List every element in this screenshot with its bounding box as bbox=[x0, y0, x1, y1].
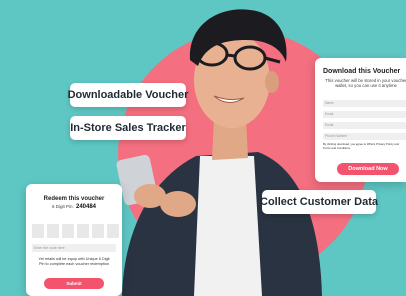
consent-text: By clicking download, you agree to What'… bbox=[323, 142, 399, 150]
email-field[interactable]: Email bbox=[323, 122, 406, 129]
feature-collect-data: Collect Customer Data bbox=[260, 190, 378, 214]
name-field[interactable]: Name bbox=[323, 100, 406, 107]
redeem-title: Redeem this voucher bbox=[43, 196, 105, 202]
download-title: Download this Voucher bbox=[323, 68, 401, 75]
pin-digit-input[interactable] bbox=[32, 224, 44, 238]
pin-label: 6 Digit Pin: bbox=[51, 204, 74, 209]
pin-line: 6 Digit Pin: 240484 bbox=[26, 204, 122, 210]
redeem-voucher-card: Redeem this voucher 6 Digit Pin: 240484 … bbox=[26, 184, 122, 296]
pin-digit-input[interactable] bbox=[62, 224, 74, 238]
feature-downloadable-voucher: Downloadable Voucher bbox=[68, 83, 188, 107]
download-voucher-card: Download this Voucher This voucher will … bbox=[315, 58, 406, 182]
email-field[interactable]: Email bbox=[323, 111, 406, 118]
phone-field[interactable]: Phone Number bbox=[323, 133, 406, 140]
download-description: This voucher will be stored in your vouc… bbox=[325, 78, 406, 88]
pin-digit-input[interactable] bbox=[77, 224, 89, 238]
code-input[interactable]: Enter the code here bbox=[32, 244, 116, 252]
pin-digit-input[interactable] bbox=[47, 224, 59, 238]
pin-value: 240484 bbox=[76, 204, 97, 210]
submit-button[interactable]: Submit bbox=[44, 278, 104, 289]
feature-sales-tracker: In-Store Sales Tracker bbox=[70, 116, 186, 140]
pin-digit-input[interactable] bbox=[107, 224, 119, 238]
download-now-button[interactable]: Download Now bbox=[337, 163, 399, 175]
pin-input-group[interactable] bbox=[32, 224, 119, 238]
redeem-note: Yet retails will be equip with Unique 6 … bbox=[38, 257, 110, 266]
pin-digit-input[interactable] bbox=[92, 224, 104, 238]
